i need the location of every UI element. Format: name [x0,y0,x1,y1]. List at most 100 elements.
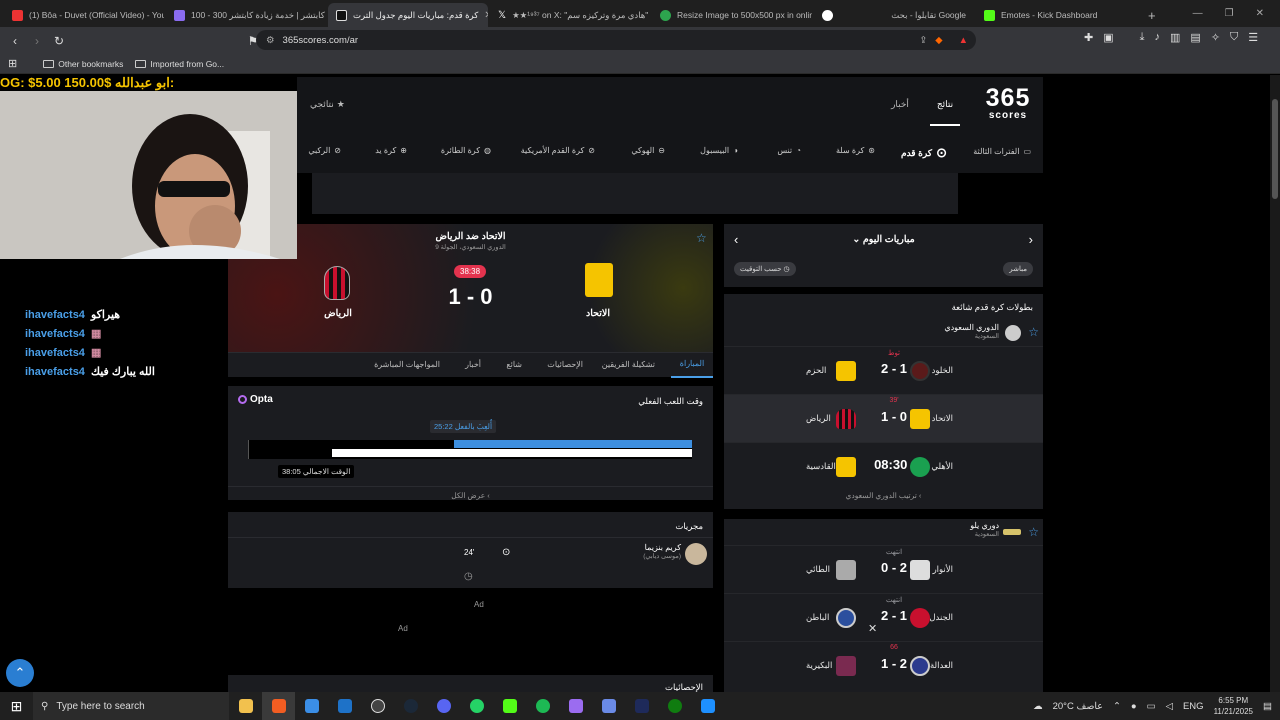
tab-stats[interactable]: الإحصائيات [547,360,583,369]
sport-third[interactable]: الفترات الثالثة ▭ [973,147,1031,156]
brave-rewards-icon[interactable]: ▲ [959,35,968,46]
sidebar-icon[interactable]: ▥ [1170,31,1180,44]
star-icon[interactable]: ☆ [1028,325,1039,339]
nav-results[interactable]: نتائج [930,99,960,126]
tab-365scores[interactable]: كرة قدم: مباريات اليوم جدول الترت✕ [328,3,488,27]
wallet2-icon[interactable]: ▤ [1190,31,1200,44]
sport-volleyball[interactable]: كرة الطائرة ◍ [441,146,491,155]
sport-american-football[interactable]: كرة القدم الأمريكية ⊘ [521,146,595,155]
tab-google[interactable]: تقابلوا - بحث Google [814,3,974,27]
league-name[interactable]: دوري يلو السعودية [970,521,999,538]
media-icon[interactable]: ♪ [1155,31,1161,44]
event-player[interactable]: كريم بنزيما (موسى ديابي) [643,543,681,560]
taskbar-app[interactable] [559,692,592,720]
favorite-star-icon[interactable]: ☆ [696,231,707,245]
time-sort-chip[interactable]: حسب التوقيت ◷ [734,262,796,276]
tab-match[interactable]: المباراة [671,353,713,378]
taskbar-explorer[interactable] [229,692,262,720]
close-tab-icon[interactable]: ✕ [484,10,488,21]
match-row[interactable]: انتهت 2 - 1 الجندل الباطن ✕ [724,593,1043,641]
taskbar-search[interactable]: ⚲ Type here to search [33,692,229,720]
taskbar-kick[interactable] [493,692,526,720]
close-icon[interactable]: ✕ [868,622,877,635]
tab-x[interactable]: 𝕏 ★★¹⁹³⁷ on X: "هادي مرة وتركيزه سم" [490,3,650,27]
match-row[interactable]: 08:30 م الأهلي القادسية [724,442,1043,490]
address-bar[interactable]: ⚙ 365scores.com/ar ⇪ ◆ ▲ [256,30,976,50]
sport-handball[interactable]: كرة يد ⊕ [375,146,407,155]
reload-icon[interactable]: ↻ [48,30,70,52]
mic-icon[interactable]: ● [1131,701,1137,712]
leo-icon[interactable]: ✧ [1211,31,1220,44]
star-icon[interactable]: ☆ [1028,525,1039,539]
tab-h2h[interactable]: المواجهات المباشرة [374,360,440,369]
language-indicator[interactable]: ENG [1183,701,1204,712]
wallet-icon[interactable]: ▣ [1103,31,1113,44]
restore-icon[interactable]: ❐ [1225,8,1234,19]
away-team-name[interactable]: الرياض [308,308,368,319]
taskbar-app[interactable] [592,692,625,720]
taskbar-steam[interactable] [394,692,427,720]
clock[interactable]: 6:55 PM 11/21/2025 [1214,695,1253,717]
new-tab-button[interactable]: + [1140,3,1160,27]
taskbar-xbox[interactable] [658,692,691,720]
today-matches-title[interactable]: ⌄ مباريات اليوم [724,234,1043,245]
tray-chevron-icon[interactable]: ⌃ [1113,701,1121,712]
share-icon[interactable]: ⇪ [919,35,927,46]
player-avatar[interactable] [685,543,707,565]
minimize-icon[interactable]: — [1193,8,1203,19]
sport-hockey[interactable]: الهوكي ⊖ [631,146,665,155]
download-icon[interactable]: ⤓ [1140,31,1145,44]
match-row-selected[interactable]: 39' 1 - 0 الاتحاد الرياض [724,394,1043,442]
site-info-icon[interactable]: ⚙ [266,35,275,46]
taskbar-spotify[interactable] [526,692,559,720]
nav-my-results[interactable]: نتائجي ★ [310,99,345,110]
taskbar-brave[interactable] [262,692,295,720]
url-text[interactable]: 365scores.com/ar [283,35,359,46]
extensions-icon[interactable]: ✚ [1084,31,1093,44]
sport-baseball[interactable]: البيسبول ◑ [700,146,738,155]
sport-football[interactable]: كرة قدم ⊙ [901,145,947,161]
weather-icon[interactable]: ☁ [1033,701,1043,712]
tab-resize[interactable]: Resize Image to 500x500 px in onlin [652,3,812,27]
sport-rugby[interactable]: الركبي ⊘ [308,146,341,155]
taskbar-whatsapp[interactable] [460,692,493,720]
tab-news[interactable]: أخبار [465,360,481,369]
show-all-link[interactable]: عرض الكل ‹ [228,486,713,500]
tab-kick[interactable]: Emotes - Kick Dashboard [976,3,1136,27]
bookmark-imported[interactable]: Imported from Go... [135,59,224,69]
league-name[interactable]: الدوري السعودي السعودية [944,323,999,340]
chevron-left-icon[interactable]: ‹ [734,232,738,247]
menu-icon[interactable]: ☰ [1248,31,1258,44]
taskbar-outlook[interactable] [328,692,361,720]
standings-link[interactable]: ترتيب الدوري السعودي ‹ [724,491,1043,500]
start-button[interactable]: ⊞ [0,692,33,720]
tab-trending[interactable]: شائع [506,360,522,369]
taskbar-app[interactable] [691,692,724,720]
site-logo[interactable]: 365 scores [972,86,1044,121]
volume-icon[interactable]: ◁ [1166,701,1173,712]
scroll-top-button[interactable]: ⌃ [6,659,34,687]
forward-icon[interactable]: › [26,30,48,52]
sport-tennis[interactable]: تنس ◔ [777,146,801,155]
close-window-icon[interactable]: ✕ [1256,8,1264,19]
page-scrollbar[interactable] [1270,75,1280,692]
brave-shield-icon[interactable]: ◆ [935,35,942,46]
notification-icon[interactable]: ▤ [1263,701,1272,712]
tab-youtube[interactable]: (1) Bôa - Duvet (Official Video) - You [4,3,164,27]
sport-basketball[interactable]: كرة سلة ⊛ [836,146,875,155]
taskbar-store[interactable] [295,692,328,720]
apps-icon[interactable]: ⊞ [8,57,17,70]
chevron-right-icon[interactable]: › [1029,232,1033,247]
back-icon[interactable]: ‹ [4,30,26,52]
nav-news[interactable]: أخبار [885,99,915,110]
home-team-name[interactable]: الاتحاد [568,308,628,319]
live-filter-chip[interactable]: مباشر [1003,262,1033,276]
tab-lineups[interactable]: تشكيلة الفريقين [602,360,655,369]
taskbar-app[interactable] [625,692,658,720]
match-row[interactable]: 66 1 - 2 العدالة البكيرية [724,641,1043,689]
network-icon[interactable]: ▭ [1147,701,1156,712]
vpn-icon[interactable]: ⛉ [1230,31,1238,44]
taskbar-discord[interactable] [427,692,460,720]
match-row[interactable]: ثوط 2 - 1 الخلود الحزم [724,346,1043,394]
taskbar-obs[interactable] [361,692,394,720]
